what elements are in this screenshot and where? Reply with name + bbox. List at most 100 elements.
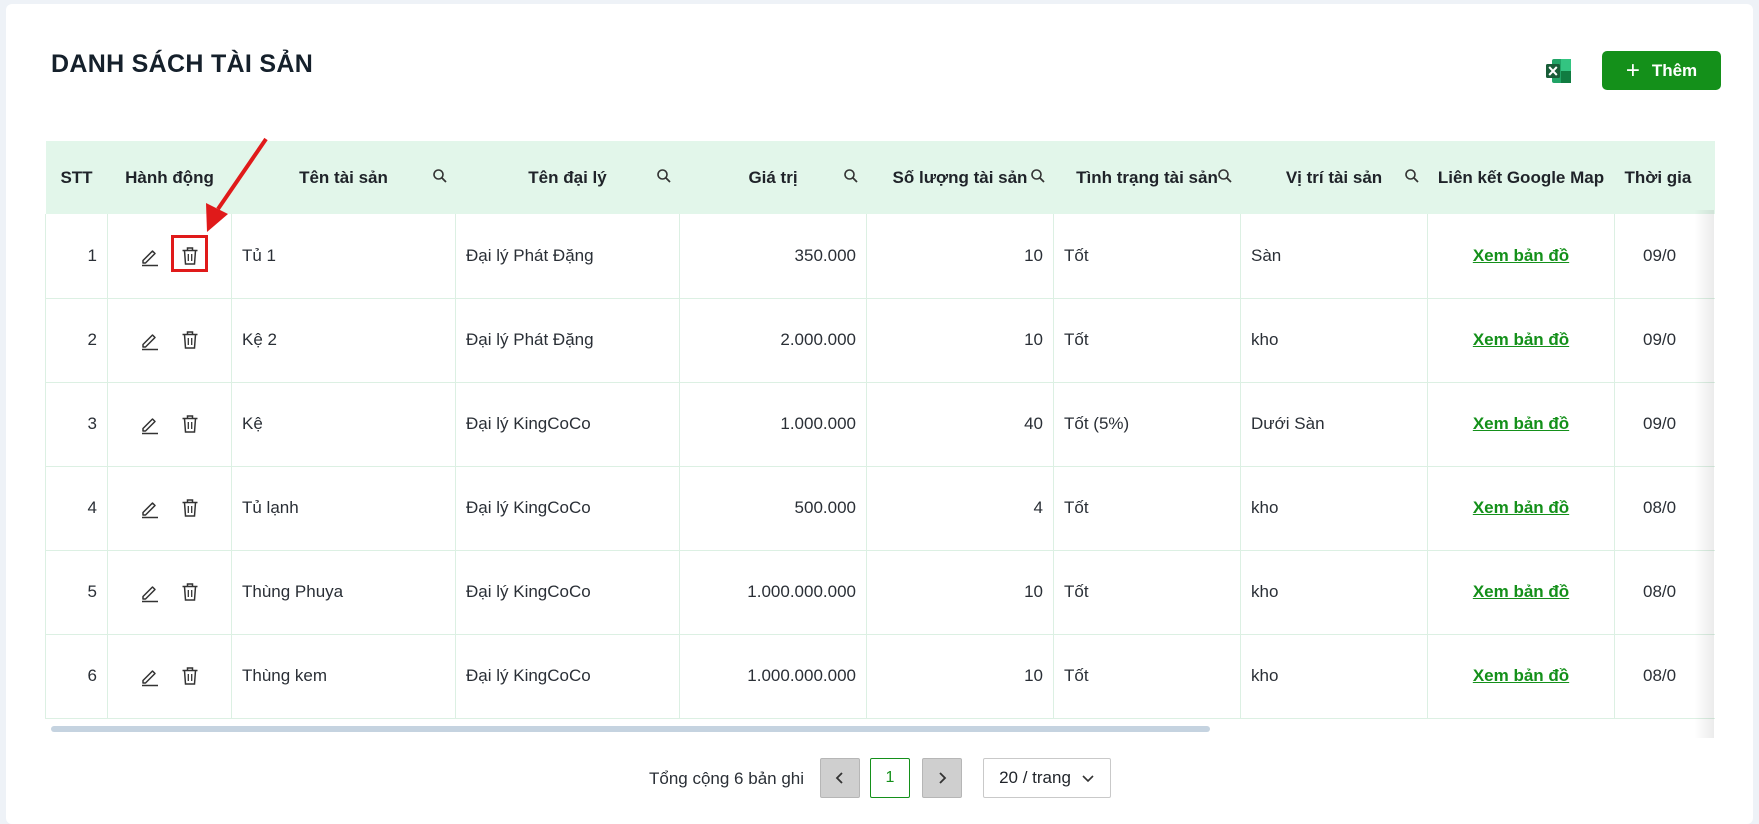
column-header: Vị trí tài sản xyxy=(1241,141,1428,214)
column-header: Hành động xyxy=(108,141,232,214)
column-header-label: Tình trạng tài sản xyxy=(1076,167,1218,187)
cell-asset-name: Tủ 1 xyxy=(231,214,456,299)
delete-icon[interactable] xyxy=(179,497,201,519)
cell-value: 500.000 xyxy=(679,466,867,551)
cell-stt: 4 xyxy=(45,466,108,551)
search-icon[interactable] xyxy=(1404,168,1420,184)
cell-agency-name: Đại lý KingCoCo xyxy=(455,550,680,635)
column-header-label: Tên tài sản xyxy=(299,167,388,187)
cell-value: 2.000.000 xyxy=(679,298,867,383)
excel-icon xyxy=(1546,59,1571,83)
cell-quantity: 40 xyxy=(866,382,1054,467)
cell-agency-name: Đại lý Phát Đặng xyxy=(455,298,680,383)
cell-map-link: Xem bản đồ xyxy=(1427,466,1615,551)
cell-quantity: 10 xyxy=(866,298,1054,383)
search-icon[interactable] xyxy=(656,168,672,184)
export-excel-button[interactable] xyxy=(1544,56,1574,86)
cell-actions xyxy=(107,466,232,551)
prev-page-button[interactable] xyxy=(820,758,860,798)
cell-agency-name: Đại lý KingCoCo xyxy=(455,466,680,551)
search-icon[interactable] xyxy=(1217,168,1233,184)
pagination: Tổng cộng 6 bản ghi 1 20 / trang xyxy=(0,758,1759,802)
cell-actions xyxy=(107,550,232,635)
cell-stt: 3 xyxy=(45,382,108,467)
asset-table: STT Hành động Tên tài sản Tên đại lý Giá trị… xyxy=(45,141,1715,719)
cell-actions xyxy=(107,382,232,467)
column-header-label: Liên kết Google Map xyxy=(1437,167,1605,187)
column-header: Tên đại lý xyxy=(456,141,680,214)
edit-icon[interactable] xyxy=(139,413,161,435)
edit-icon[interactable] xyxy=(139,581,161,603)
view-map-link[interactable]: Xem bản đồ xyxy=(1473,666,1569,685)
next-page-button[interactable] xyxy=(922,758,962,798)
search-icon[interactable] xyxy=(1030,168,1046,184)
page-title: DANH SÁCH TÀI SẢN xyxy=(51,50,314,78)
cell-quantity: 10 xyxy=(866,634,1054,719)
cell-map-link: Xem bản đồ xyxy=(1427,382,1615,467)
cell-location: Sàn xyxy=(1240,214,1428,299)
chevron-right-icon xyxy=(939,772,947,784)
page-size-value: 20 / trang xyxy=(999,768,1071,787)
table-body: 1 Tủ 1 Đại lý Phát Đặng 350.000 10 Tốt Sàn Xem … xyxy=(45,214,1715,719)
chevron-down-icon xyxy=(1082,775,1094,783)
cell-value: 350.000 xyxy=(679,214,867,299)
cell-agency-name: Đại lý Phát Đặng xyxy=(455,214,680,299)
cell-status: Tốt xyxy=(1053,634,1241,719)
cell-status: Tốt xyxy=(1053,298,1241,383)
column-header: Giá trị xyxy=(680,141,867,214)
column-header-label: Tên đại lý xyxy=(528,167,607,187)
cell-stt: 2 xyxy=(45,298,108,383)
cell-status: Tốt xyxy=(1053,550,1241,635)
column-header-label: Thời gia xyxy=(1624,167,1692,187)
delete-icon[interactable] xyxy=(179,581,201,603)
cell-asset-name: Tủ lạnh xyxy=(231,466,456,551)
horizontal-scrollbar-thumb[interactable] xyxy=(51,726,1210,732)
cell-actions xyxy=(107,214,232,299)
add-asset-button[interactable]: + Thêm xyxy=(1602,51,1721,90)
cell-quantity: 4 xyxy=(866,466,1054,551)
table-row: 1 Tủ 1 Đại lý Phát Đặng 350.000 10 Tốt Sàn Xem … xyxy=(45,214,1715,299)
view-map-link[interactable]: Xem bản đồ xyxy=(1473,330,1569,349)
view-map-link[interactable]: Xem bản đồ xyxy=(1473,414,1569,433)
delete-highlight-box xyxy=(171,235,208,272)
view-map-link[interactable]: Xem bản đồ xyxy=(1473,498,1569,517)
cell-asset-name: Kệ xyxy=(231,382,456,467)
cell-location: kho xyxy=(1240,466,1428,551)
column-header: Tên tài sản xyxy=(232,141,456,214)
column-header-label: STT xyxy=(60,167,93,187)
cell-quantity: 10 xyxy=(866,214,1054,299)
edit-icon[interactable] xyxy=(139,245,161,267)
edit-icon[interactable] xyxy=(139,665,161,687)
cell-value: 1.000.000.000 xyxy=(679,550,867,635)
column-header: Liên kết Google Map xyxy=(1428,141,1615,214)
column-header: STT xyxy=(46,141,108,214)
cell-asset-name: Thùng Phuya xyxy=(231,550,456,635)
delete-icon[interactable] xyxy=(179,413,201,435)
search-icon[interactable] xyxy=(432,168,448,184)
page-size-select[interactable]: 20 / trang xyxy=(983,758,1111,798)
cell-map-link: Xem bản đồ xyxy=(1427,298,1615,383)
edit-icon[interactable] xyxy=(139,497,161,519)
cell-map-link: Xem bản đồ xyxy=(1427,634,1615,719)
table-row: 2 Kệ 2 Đại lý Phát Đặng 2.000.000 10 Tốt kho Xe… xyxy=(45,298,1715,383)
cell-stt: 6 xyxy=(45,634,108,719)
column-header-label: Vị trí tài sản xyxy=(1285,167,1383,187)
column-header-label: Số lượng tài sản xyxy=(892,167,1028,187)
view-map-link[interactable]: Xem bản đồ xyxy=(1473,246,1569,265)
cell-agency-name: Đại lý KingCoCo xyxy=(455,382,680,467)
delete-icon[interactable] xyxy=(179,665,201,687)
edit-icon[interactable] xyxy=(139,329,161,351)
column-header-label: Hành động xyxy=(125,167,214,187)
search-icon[interactable] xyxy=(843,168,859,184)
cell-location: Dưới Sàn xyxy=(1240,382,1428,467)
page-number-current[interactable]: 1 xyxy=(870,758,910,798)
cell-map-link: Xem bản đồ xyxy=(1427,214,1615,299)
table-row: 5 Thùng Phuya Đại lý KingCoCo 1.000.000.000… xyxy=(45,550,1715,635)
cell-stt: 1 xyxy=(45,214,108,299)
cell-actions xyxy=(107,298,232,383)
column-header: Số lượng tài sản xyxy=(867,141,1054,214)
delete-icon[interactable] xyxy=(179,329,201,351)
table-row: 4 Tủ lạnh Đại lý KingCoCo 500.000 4 Tốt kho Xem… xyxy=(45,466,1715,551)
cell-map-link: Xem bản đồ xyxy=(1427,550,1615,635)
view-map-link[interactable]: Xem bản đồ xyxy=(1473,582,1569,601)
